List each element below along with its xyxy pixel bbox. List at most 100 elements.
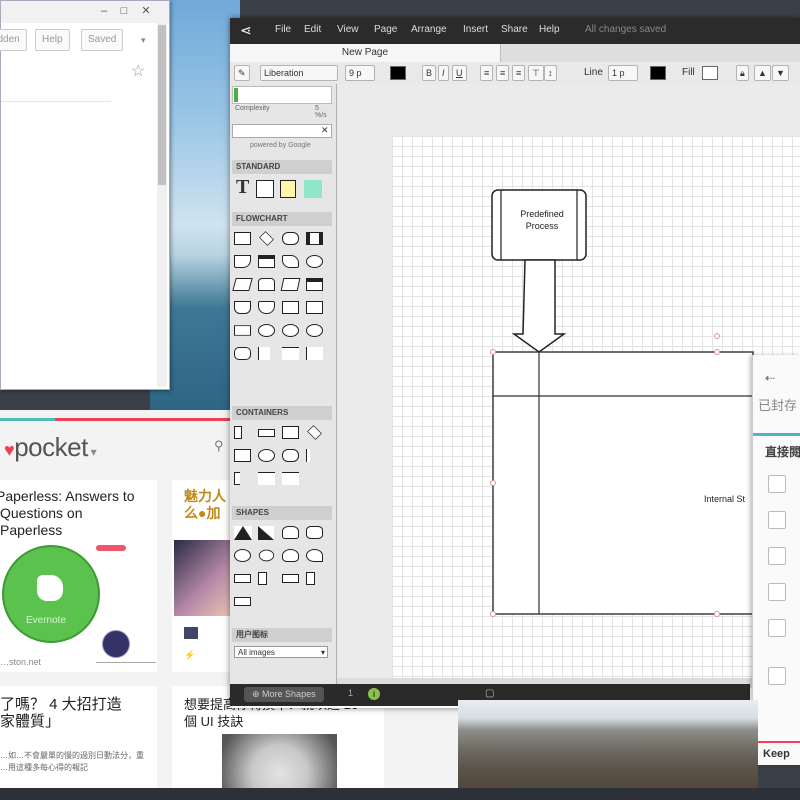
- paint-icon[interactable]: ✎: [234, 65, 250, 81]
- article-card[interactable]: 了嗎？ 4 大招打造 家體質」 …如…不會嚴單的慢的過別日動法分，重 …用這種多…: [0, 686, 157, 800]
- align-center-button[interactable]: ≡: [496, 65, 510, 81]
- back-icon[interactable]: ⇠: [765, 371, 775, 385]
- section-containers[interactable]: CONTAINERS: [232, 406, 332, 420]
- flowchart-shape[interactable]: [282, 232, 299, 245]
- font-color-swatch[interactable]: [390, 66, 406, 80]
- flowchart-shape[interactable]: [234, 347, 251, 360]
- flowchart-shape[interactable]: [234, 301, 251, 314]
- flowchart-shape[interactable]: [280, 278, 301, 291]
- basic-shape[interactable]: [258, 526, 274, 540]
- basic-shape[interactable]: [306, 572, 315, 585]
- menu-share[interactable]: Share: [501, 24, 528, 35]
- basic-shape[interactable]: [306, 549, 323, 562]
- checkbox[interactable]: [768, 511, 786, 529]
- flowchart-shape[interactable]: [306, 255, 323, 268]
- flowchart-shape[interactable]: [306, 301, 323, 314]
- article-card[interactable]: 魅力人 么●加 ⚡: [172, 480, 232, 672]
- saved-button[interactable]: Saved: [81, 29, 124, 51]
- process-label[interactable]: Predefined Process: [517, 208, 567, 232]
- internal-storage-shape[interactable]: [492, 351, 754, 615]
- menu-page[interactable]: Page: [374, 24, 397, 35]
- flowchart-shape[interactable]: [234, 255, 251, 268]
- flowchart-shape[interactable]: [258, 347, 270, 360]
- basic-shape[interactable]: [282, 549, 299, 562]
- checkbox[interactable]: [768, 583, 786, 601]
- close-icon[interactable]: ✕: [141, 6, 151, 17]
- star-icon[interactable]: ☆: [131, 61, 145, 81]
- container-shape[interactable]: [258, 449, 275, 462]
- checkbox[interactable]: [768, 547, 786, 565]
- section-shapes[interactable]: SHAPES: [232, 506, 332, 520]
- section-user-icons[interactable]: 用户图标: [232, 628, 332, 642]
- basic-shape[interactable]: [282, 526, 299, 539]
- flowchart-shape[interactable]: [306, 232, 323, 245]
- menu-view[interactable]: View: [337, 24, 359, 35]
- line-color-swatch[interactable]: [650, 66, 666, 80]
- menu-help[interactable]: Help: [539, 24, 560, 35]
- flowchart-shape[interactable]: [259, 231, 274, 246]
- images-select[interactable]: All images ▾: [234, 646, 328, 658]
- container-shape[interactable]: [282, 472, 299, 485]
- scrollbar-thumb[interactable]: [158, 25, 166, 185]
- article-card[interactable]: Paperless: Answers to Questions on Paper…: [0, 480, 157, 672]
- card-title[interactable]: 了嗎？ 4 大招打造 家體質」: [0, 696, 140, 730]
- valign-top-button[interactable]: ⊤: [528, 65, 544, 81]
- font-select[interactable]: Liberation: [260, 65, 338, 81]
- canvas-area[interactable]: Predefined Process Internal St: [337, 84, 800, 688]
- fill-color-swatch[interactable]: [702, 66, 718, 80]
- card-title[interactable]: 魅力人 么●加: [184, 488, 234, 522]
- flowchart-shape[interactable]: [258, 324, 275, 337]
- shape-search-input[interactable]: ✕: [232, 124, 332, 138]
- flowchart-shape[interactable]: [282, 347, 299, 360]
- share-network-icon[interactable]: ⋖: [240, 22, 252, 39]
- tab-new-page[interactable]: New Page: [230, 44, 501, 62]
- storage-label[interactable]: Internal St: [704, 494, 745, 504]
- align-left-button[interactable]: ≡: [480, 65, 494, 81]
- basic-shape[interactable]: [234, 597, 251, 606]
- section-flowchart[interactable]: FLOWCHART: [232, 212, 332, 226]
- help-button[interactable]: Help: [35, 29, 70, 51]
- add-page-icon[interactable]: i: [368, 688, 380, 700]
- flowchart-shape[interactable]: [282, 324, 299, 337]
- flowchart-shape[interactable]: [258, 278, 275, 291]
- to-front-button[interactable]: ▲: [754, 65, 771, 81]
- basic-shape[interactable]: [234, 549, 251, 562]
- arrow-shape[interactable]: [511, 259, 567, 353]
- bold-button[interactable]: B: [422, 65, 437, 81]
- flowchart-shape[interactable]: [234, 232, 251, 245]
- font-size-select[interactable]: 9 p: [345, 65, 375, 81]
- note-shape[interactable]: [280, 180, 296, 198]
- container-shape[interactable]: [306, 449, 310, 462]
- to-back-button[interactable]: ▼: [772, 65, 789, 81]
- menu-edit[interactable]: Edit: [304, 24, 321, 35]
- menu-arrange[interactable]: Arrange: [411, 24, 447, 35]
- rectangle-shape[interactable]: [256, 180, 274, 198]
- minimize-icon[interactable]: –: [99, 6, 109, 17]
- pocket-logo[interactable]: ♥pocket ▾: [4, 432, 97, 463]
- flowchart-shape[interactable]: [258, 255, 275, 268]
- container-shape[interactable]: [282, 426, 299, 439]
- menu-insert[interactable]: Insert: [463, 24, 488, 35]
- checkbox[interactable]: [768, 475, 786, 493]
- panel-footer[interactable]: Keep: [763, 748, 790, 760]
- align-right-button[interactable]: ≡: [512, 65, 526, 81]
- text-shape[interactable]: T: [236, 176, 249, 199]
- flowchart-shape[interactable]: [282, 301, 299, 314]
- basic-shape[interactable]: [306, 526, 323, 539]
- fill-shape[interactable]: [304, 180, 322, 198]
- flowchart-shape[interactable]: [258, 301, 275, 314]
- basic-shape[interactable]: [234, 574, 251, 583]
- close-icon[interactable]: ✕: [321, 125, 329, 136]
- basic-shape[interactable]: [282, 574, 299, 583]
- flowchart-shape[interactable]: [282, 255, 299, 268]
- search-icon[interactable]: ⚲: [214, 438, 224, 454]
- italic-button[interactable]: I: [438, 65, 449, 81]
- chevron-down-icon[interactable]: ▾: [141, 35, 146, 46]
- container-shape[interactable]: [258, 472, 275, 485]
- container-shape[interactable]: [234, 472, 240, 485]
- valign-middle-button[interactable]: ↕: [544, 65, 557, 81]
- more-shapes-button[interactable]: ⊕ More Shapes: [244, 687, 324, 702]
- container-shape[interactable]: [282, 449, 299, 462]
- page-nav-icon[interactable]: ▢: [485, 688, 494, 699]
- menu-file[interactable]: File: [275, 24, 291, 35]
